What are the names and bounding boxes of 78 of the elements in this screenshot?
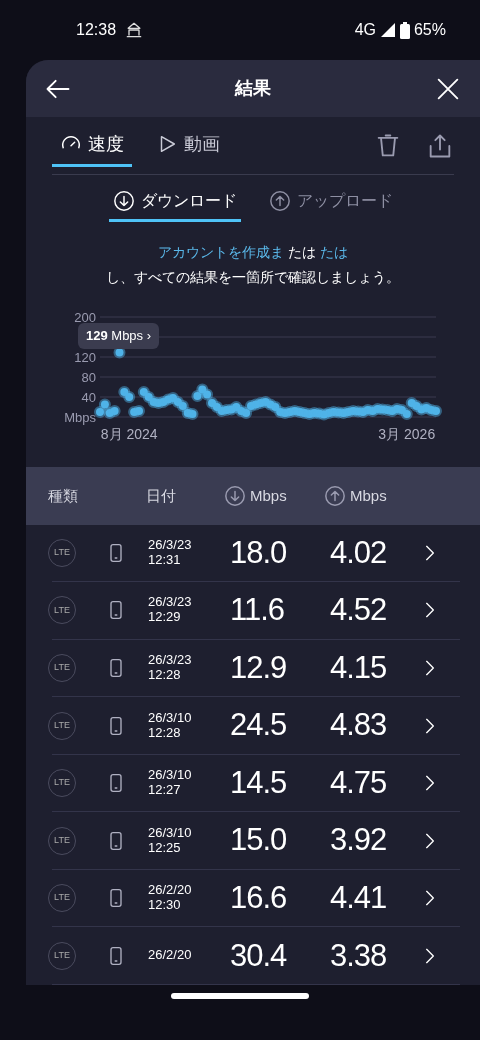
data-point[interactable] <box>98 398 111 411</box>
account-link[interactable]: たは <box>319 244 348 261</box>
clock-time: 12:38 <box>76 20 117 40</box>
download-speed: 11.6 <box>230 592 285 628</box>
result-row[interactable]: LTE 26/3/23 12:28 12.9 4.15 <box>52 639 460 698</box>
data-point[interactable] <box>123 391 136 404</box>
upload-icon <box>324 484 346 507</box>
data-point[interactable] <box>113 346 126 359</box>
result-row[interactable]: LTE 26/3/23 12:29 11.6 4.52 <box>52 582 460 640</box>
sign-up-prompt: アカウントを作成ま たは たは し、すべての結果を一箇所で確認しましょう。 <box>105 243 401 287</box>
download-speed: 18.0 <box>230 534 287 570</box>
tab[interactable]: 速度 <box>52 124 132 167</box>
axis-label: 120 <box>74 350 96 366</box>
test-date: 26/3/10 <box>148 710 193 726</box>
test-time: 12:28 <box>148 725 182 741</box>
upload-speed: 4.83 <box>330 707 387 743</box>
download-icon <box>224 484 246 507</box>
axis-label: 8月 2024 <box>100 426 158 443</box>
column-label: Mbps <box>250 485 287 506</box>
screen-title: 結果 <box>235 77 271 100</box>
upload-speed: 3.92 <box>330 822 387 858</box>
tab[interactable]: 動画 <box>148 124 228 167</box>
tab[interactable]: アップロード <box>265 183 397 223</box>
signal-icon <box>379 22 396 38</box>
download-icon <box>113 190 135 213</box>
download-speed: 24.5 <box>230 707 287 743</box>
axis-label: Mbps <box>64 410 96 426</box>
test-date: 26/2/20 <box>148 948 193 964</box>
upload-speed: 4.15 <box>330 649 387 685</box>
battery-icon <box>399 21 410 39</box>
column-header: 種類 <box>47 485 79 506</box>
upload-icon <box>269 190 291 213</box>
data-point[interactable] <box>133 405 145 418</box>
result-row[interactable]: LTE 26/3/23 12:31 18.0 4.02 <box>52 524 460 583</box>
test-time: 12:29 <box>148 610 182 626</box>
network-label: 4G <box>354 20 376 40</box>
data-point[interactable] <box>400 408 413 421</box>
test-time: 12:28 <box>148 667 182 683</box>
test-time: 12:30 <box>148 898 182 914</box>
data-point[interactable] <box>240 407 253 420</box>
test-date: 26/3/23 <box>148 595 193 611</box>
data-point[interactable] <box>430 405 442 418</box>
upload-speed: 4.75 <box>330 764 387 800</box>
test-date: 26/3/23 <box>148 653 193 668</box>
result-row[interactable]: LTE 26/3/10 12:28 24.5 4.83 <box>52 697 460 755</box>
upload-speed: 4.41 <box>330 879 387 915</box>
axis-label: 80 <box>81 370 96 386</box>
download-speed: 15.0 <box>230 822 287 858</box>
download-speed: 14.5 <box>230 764 287 800</box>
test-time: 12:25 <box>148 840 182 856</box>
upload-speed: 3.38 <box>330 937 387 973</box>
account-link[interactable]: アカウントを作成ま <box>158 244 285 261</box>
test-time: 12:27 <box>148 783 182 798</box>
column-label: Mbps <box>350 485 387 506</box>
column-header: 日付 <box>146 485 177 506</box>
result-row[interactable]: LTE 26/2/20 12:30 16.6 4.41 <box>52 869 460 928</box>
test-date: 26/3/10 <box>148 825 193 841</box>
test-date: 26/2/20 <box>148 883 193 899</box>
chart-tooltip[interactable]: 129 Mbps › <box>78 323 160 349</box>
download-speed: 30.4 <box>230 937 287 973</box>
data-point[interactable] <box>201 388 214 401</box>
result-row[interactable]: LTE 26/3/10 12:27 14.5 4.75 <box>52 754 460 813</box>
data-point[interactable] <box>108 405 121 418</box>
upload-speed: 4.52 <box>330 592 387 628</box>
test-date: 26/3/23 <box>148 537 193 553</box>
download-speed: 16.6 <box>230 879 287 915</box>
tab[interactable]: ダウンロード <box>109 183 241 223</box>
axis-label: 40 <box>81 390 96 406</box>
data-point[interactable] <box>176 400 189 413</box>
test-time: 12:31 <box>148 552 182 568</box>
battery-percent: 65% <box>413 20 446 40</box>
test-date: 26/3/10 <box>148 768 193 784</box>
download-speed: 12.9 <box>230 649 287 685</box>
result-row[interactable]: LTE 26/3/10 12:25 15.0 3.92 <box>52 812 460 870</box>
upload-speed: 4.02 <box>330 534 387 570</box>
axis-label: 200 <box>74 310 96 326</box>
axis-label: 3月 2026 <box>378 426 436 443</box>
data-point[interactable] <box>186 408 199 421</box>
